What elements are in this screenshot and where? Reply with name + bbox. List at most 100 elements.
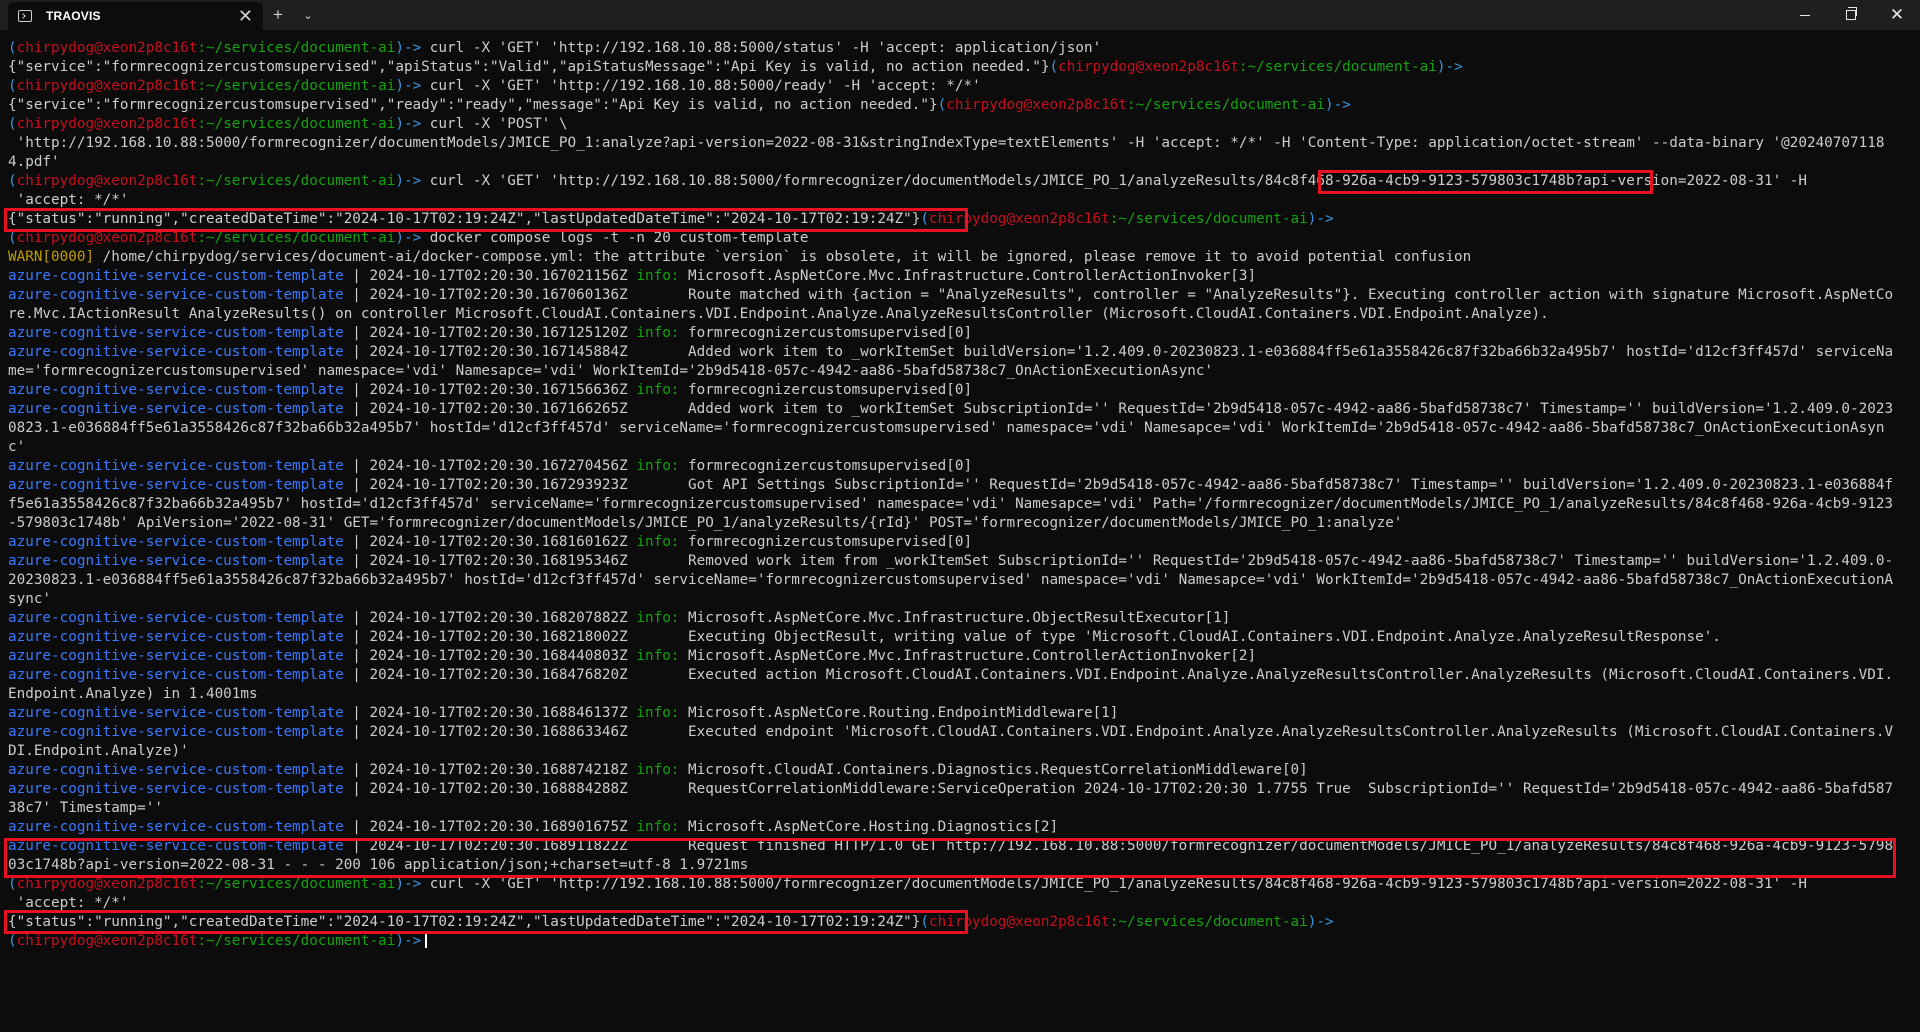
maximize-button[interactable] [1828, 0, 1874, 30]
log-separator: | [343, 781, 370, 797]
log-service-name: azure-cognitive-service-custom-template [8, 477, 344, 493]
log-message: formrecognizercustomsupervised[0] [679, 458, 973, 474]
log-separator: | [343, 819, 370, 835]
warn-line: WARN[0000] /home/chirpydog/services/docu… [8, 248, 1896, 267]
accept-header: 'accept: */*' [8, 192, 129, 208]
prompt-arrow: )-> [1436, 59, 1463, 75]
prompt-path: :~/services/document-ai [1109, 914, 1308, 930]
prompt-user-host: chirpydog@xeon2p8c16t [929, 211, 1110, 227]
log-service-name: azure-cognitive-service-custom-template [8, 629, 344, 645]
command-text: docker compose logs -t -n 20 custom-temp… [421, 230, 809, 246]
close-tab-icon[interactable]: ✕ [238, 7, 253, 25]
prompt-paren: ( [937, 97, 947, 113]
prompt-user-host: chirpydog@xeon2p8c16t [16, 230, 198, 246]
log-separator: | [343, 610, 370, 626]
prompt-paren: ( [8, 876, 17, 892]
prompt-user-host: chirpydog@xeon2p8c16t [929, 914, 1110, 930]
command-text: curl -X 'GET' 'http://192.168.10.88:5000… [421, 78, 981, 94]
log-timestamp: 2024-10-17T02:20:30.168160162Z [369, 534, 628, 550]
new-tab-button[interactable]: + [263, 0, 293, 30]
prompt-path: :~/services/document-ai [197, 876, 396, 892]
log-entry: azure-cognitive-service-custom-template … [8, 761, 1896, 780]
log-separator: | [343, 458, 370, 474]
prompt-arrow: )-> [395, 876, 422, 892]
log-service-name: azure-cognitive-service-custom-template [8, 781, 344, 797]
status-running: {"status":"running","createdDateTime":"2… [8, 914, 921, 930]
log-separator: | [343, 648, 370, 664]
prompt-path: :~/services/document-ai [197, 173, 396, 189]
log-timestamp: 2024-10-17T02:20:30.168476820Z [369, 667, 628, 683]
log-level: info: [636, 762, 680, 778]
prompt-paren: ( [8, 78, 17, 94]
log-entry: azure-cognitive-service-custom-template … [8, 476, 1896, 533]
prompt-user-host: chirpydog@xeon2p8c16t [946, 97, 1127, 113]
warn-text: /home/chirpydog/services/document-ai/doc… [94, 249, 1472, 265]
log-service-name: azure-cognitive-service-custom-template [8, 401, 344, 417]
log-service-name: azure-cognitive-service-custom-template [8, 667, 344, 683]
log-separator: | [343, 382, 370, 398]
command-text: curl -X 'GET' 'http://192.168.10.88:5000… [421, 40, 1102, 56]
output-text: {"service":"formrecognizercustomsupervis… [8, 59, 1050, 75]
command-line: (chirpydog@xeon2p8c16t:~/services/docume… [8, 172, 1896, 191]
output-line: 'accept: */*' [8, 191, 1896, 210]
log-separator: | [343, 667, 370, 683]
log-separator: | [343, 344, 370, 360]
close-window-button[interactable]: ✕ [1874, 0, 1920, 30]
log-entry: azure-cognitive-service-custom-template … [8, 400, 1896, 457]
prompt-path: :~/services/document-ai [1238, 59, 1437, 75]
log-timestamp: 2024-10-17T02:20:30.168884288Z [369, 781, 628, 797]
log-message: formrecognizercustomsupervised[0] [679, 382, 973, 398]
title-bar-drag-area[interactable] [323, 0, 1782, 30]
log-timestamp: 2024-10-17T02:20:30.167293923Z [369, 477, 628, 493]
log-level: info: [636, 268, 680, 284]
prompt-paren: ( [8, 173, 17, 189]
prompt-paren: ( [8, 116, 17, 132]
log-timestamp: 2024-10-17T02:20:30.168440803Z [369, 648, 628, 664]
minimize-button[interactable] [1782, 0, 1828, 30]
prompt-path: :~/services/document-ai [1109, 211, 1308, 227]
log-message: Microsoft.AspNetCore.Mvc.Infrastructure.… [679, 648, 1257, 664]
log-separator: | [343, 724, 370, 740]
minimize-icon [1800, 14, 1810, 16]
terminal-output[interactable]: (chirpydog@xeon2p8c16t:~/services/docume… [8, 39, 1896, 1029]
prompt-paren: ( [8, 230, 17, 246]
log-service-name: azure-cognitive-service-custom-template [8, 534, 344, 550]
log-entry: azure-cognitive-service-custom-template … [8, 552, 1896, 609]
prompt-user-host: chirpydog@xeon2p8c16t [16, 116, 198, 132]
log-timestamp: 2024-10-17T02:20:30.168218002Z [369, 629, 628, 645]
log-service-name: azure-cognitive-service-custom-template [8, 648, 344, 664]
close-icon: ✕ [1889, 5, 1905, 24]
log-entry: azure-cognitive-service-custom-template … [8, 837, 1896, 875]
log-separator: | [343, 287, 370, 303]
terminal-icon [18, 10, 32, 22]
log-level: info: [636, 382, 680, 398]
log-level: info: [636, 819, 680, 835]
output-line: {"service":"formrecognizercustomsupervis… [8, 96, 1896, 115]
log-timestamp: 2024-10-17T02:20:30.167021156Z [369, 268, 628, 284]
output-line: {"status":"running","createdDateTime":"2… [8, 210, 1896, 229]
log-service-name: azure-cognitive-service-custom-template [8, 382, 344, 398]
prompt-arrow: )-> [395, 40, 422, 56]
terminal-tab[interactable]: TRAOVIS ✕ [8, 2, 263, 30]
prompt-user-host: chirpydog@xeon2p8c16t [16, 933, 198, 949]
command-line: (chirpydog@xeon2p8c16t:~/services/docume… [8, 229, 1896, 248]
log-timestamp: 2024-10-17T02:20:30.168195346Z [369, 553, 628, 569]
log-level: info: [636, 648, 680, 664]
tab-title: TRAOVIS [46, 9, 101, 23]
output-line: 'http://192.168.10.88:5000/formrecognize… [8, 134, 1896, 172]
command-text: curl -X 'POST' \ [421, 116, 568, 132]
log-entry: azure-cognitive-service-custom-template … [8, 267, 1896, 286]
log-service-name: azure-cognitive-service-custom-template [8, 724, 344, 740]
log-message: Microsoft.AspNetCore.Mvc.Infrastructure.… [679, 610, 1231, 626]
log-message: formrecognizercustomsupervised[0] [679, 325, 973, 341]
log-timestamp: 2024-10-17T02:20:30.168874218Z [369, 762, 628, 778]
command-text: curl -X 'GET' 'http://192.168.10.88:5000… [421, 876, 1807, 892]
prompt-path: :~/services/document-ai [1126, 97, 1325, 113]
warn-tag: WARN[0000] [8, 249, 95, 265]
log-timestamp: 2024-10-17T02:20:30.168863346Z [369, 724, 628, 740]
tab-dropdown-button[interactable]: ⌄ [293, 0, 323, 30]
log-timestamp: 2024-10-17T02:20:30.167125120Z [369, 325, 628, 341]
log-timestamp: 2024-10-17T02:20:30.167145884Z [369, 344, 628, 360]
log-timestamp: 2024-10-17T02:20:30.168846137Z [369, 705, 628, 721]
prompt-user-host: chirpydog@xeon2p8c16t [1058, 59, 1239, 75]
